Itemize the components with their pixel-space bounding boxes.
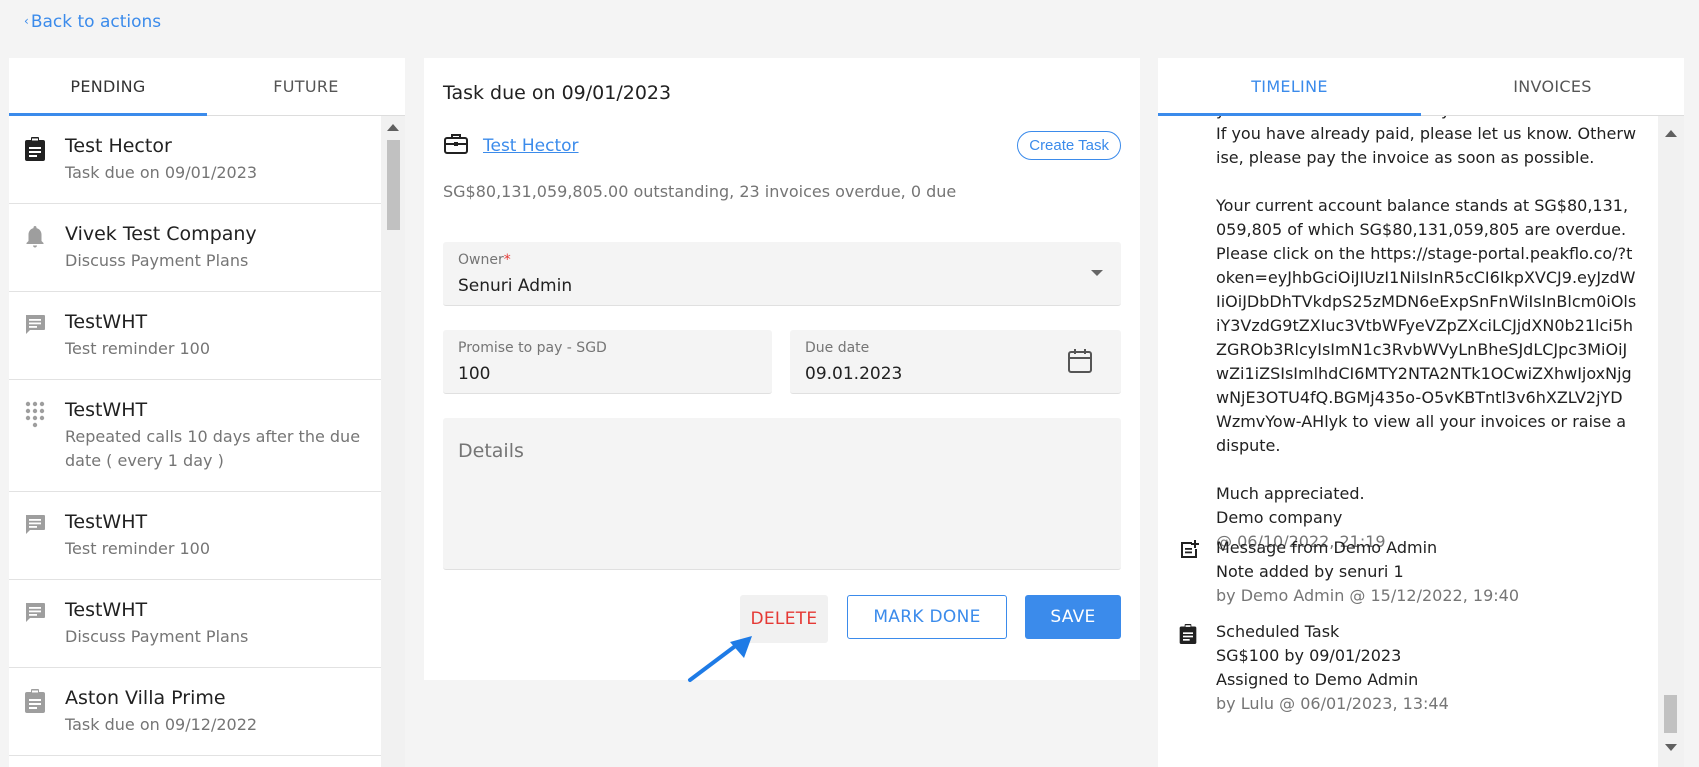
clipboard-icon (23, 686, 51, 755)
list-item[interactable]: TestWHT Discuss Payment Plans (9, 580, 381, 668)
owner-label: Owner (458, 252, 504, 268)
timeline-message: yment for invoice for is x days overdue.… (1216, 116, 1638, 554)
customer-link[interactable]: Test Hector (483, 136, 579, 156)
due-date-label: Due date (805, 340, 870, 356)
tab-pending[interactable]: PENDING (9, 58, 207, 116)
entry-detail: SG$100 by 09/01/2023 (1216, 646, 1402, 665)
due-date-field[interactable]: Due date 09.01.2023 (790, 330, 1121, 394)
timeline-entry: Message from Demo Admin Note added by sen… (1178, 536, 1519, 608)
clipboard-icon (1178, 620, 1216, 716)
dialpad-icon (23, 398, 51, 491)
entry-detail: Note added by senuri 1 (1216, 562, 1404, 581)
list-item-title: TestWHT (65, 511, 148, 533)
chevron-down-icon[interactable] (1091, 270, 1103, 276)
list-item[interactable]: Test Hector Task due on 09/01/2023 (9, 116, 381, 204)
entry-meta: by Lulu @ 06/01/2023, 13:44 (1216, 694, 1449, 713)
list-item-title: Aston Villa Prime (65, 687, 226, 709)
annotation-arrow-icon (688, 636, 752, 682)
chevron-left-icon: ‹ (24, 14, 29, 28)
outstanding-summary: SG$80,131,059,805.00 outstanding, 23 inv… (443, 182, 957, 201)
message-body: yment for invoice for is x days overdue.… (1216, 116, 1637, 527)
scroll-thumb[interactable] (1664, 695, 1677, 733)
list-item-subtitle: Task due on 09/12/2022 (65, 715, 258, 734)
promise-label: Promise to pay - SGD (458, 340, 607, 356)
scroll-thumb[interactable] (387, 140, 400, 230)
message-icon (23, 310, 51, 379)
action-list-panel: PENDING FUTURE Test Hector Task due on 09… (9, 58, 405, 767)
scroll-down-arrow-icon[interactable] (1665, 744, 1677, 751)
clipboard-icon (23, 134, 51, 203)
required-marker: * (503, 252, 511, 268)
tab-timeline[interactable]: TIMELINE (1158, 58, 1421, 116)
back-label: Back to actions (30, 12, 162, 32)
task-detail-panel: Task due on 09/01/2023 Test Hector Creat… (424, 58, 1140, 680)
list-item-title: TestWHT (65, 599, 148, 621)
create-task-button[interactable]: Create Task (1017, 131, 1121, 160)
details-textarea[interactable]: Details (443, 418, 1121, 570)
action-list: Test Hector Task due on 09/01/2023 Vivek … (9, 116, 381, 767)
list-item[interactable]: TestWHT Test reminder 100 (9, 492, 381, 580)
entry-assignee: Assigned to Demo Admin (1216, 670, 1419, 689)
list-item[interactable]: Aston Villa Prime Task due on 09/12/2022 (9, 668, 381, 756)
tab-future[interactable]: FUTURE (207, 58, 405, 115)
list-item-subtitle: Test reminder 100 (65, 539, 211, 558)
entry-meta: by Demo Admin @ 15/12/2022, 19:40 (1216, 586, 1519, 605)
timeline-entry: Scheduled Task SG$100 by 09/01/2023 Assign… (1178, 620, 1449, 716)
list-item-subtitle: Discuss Payment Plans (65, 627, 249, 646)
scroll-up-arrow-icon[interactable] (387, 124, 399, 131)
mark-done-button[interactable]: MARK DONE (847, 595, 1007, 639)
save-button[interactable]: SAVE (1025, 595, 1121, 639)
list-item-subtitle: Repeated calls 10 days after the due dat… (65, 427, 361, 470)
list-item-title: TestWHT (65, 399, 148, 421)
timeline-list: yment for invoice for is x days overdue.… (1158, 116, 1658, 767)
details-placeholder: Details (458, 440, 524, 462)
timeline-panel: TIMELINE INVOICES yment for invoice for … (1158, 58, 1684, 767)
due-date-value: 09.01.2023 (805, 364, 903, 384)
list-item-title: TestWHT (65, 311, 148, 333)
message-icon (23, 510, 51, 579)
calendar-icon[interactable] (1067, 348, 1093, 378)
list-item[interactable]: TestWHT Test reminder 100 (9, 292, 381, 380)
briefcase-icon (443, 132, 469, 160)
left-scrollbar[interactable] (381, 116, 405, 767)
list-item[interactable]: Vivek Test Company Discuss Payment Plans (9, 204, 381, 292)
list-item-subtitle: Test reminder 100 (65, 339, 211, 358)
list-item-title: Vivek Test Company (65, 223, 257, 245)
owner-select[interactable]: Owner* Senuri Admin (443, 242, 1121, 306)
note-add-icon (1178, 536, 1216, 608)
promise-value: 100 (458, 364, 491, 384)
list-item[interactable]: TestWHT Repeated calls 10 days after the … (9, 380, 381, 492)
action-tabs: PENDING FUTURE (9, 58, 405, 116)
right-scrollbar[interactable] (1658, 116, 1684, 767)
promise-to-pay-field[interactable]: Promise to pay - SGD 100 (443, 330, 772, 394)
task-title: Task due on 09/01/2023 (443, 82, 672, 104)
bell-icon (23, 222, 51, 291)
back-to-actions-link[interactable]: ‹ Back to actions (24, 12, 161, 32)
list-item-subtitle: Discuss Payment Plans (65, 251, 249, 270)
entry-title: Message from Demo Admin (1216, 538, 1438, 557)
tab-invoices[interactable]: INVOICES (1421, 58, 1684, 115)
timeline-tabs: TIMELINE INVOICES (1158, 58, 1684, 116)
list-item-subtitle: Task due on 09/01/2023 (65, 163, 258, 182)
customer-row: Test Hector (443, 132, 579, 160)
message-icon (23, 598, 51, 667)
list-item-title: Test Hector (65, 135, 172, 157)
scroll-up-arrow-icon[interactable] (1665, 130, 1677, 137)
entry-title: Scheduled Task (1216, 622, 1340, 641)
owner-value: Senuri Admin (458, 276, 573, 296)
